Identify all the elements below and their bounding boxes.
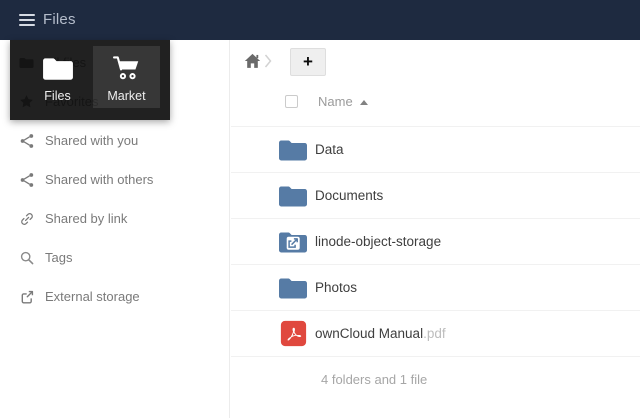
app-menu-item-label: Files: [44, 89, 70, 103]
external-link-icon: [18, 288, 35, 305]
sort-ascending-icon: [360, 100, 368, 105]
file-list-panel: + Name Data Documents: [231, 40, 640, 418]
app-menu-item-files[interactable]: Files: [24, 46, 91, 108]
sidebar-item-label: Shared by link: [45, 211, 127, 226]
pdf-file-icon: [280, 320, 310, 345]
sidebar-item-label: External storage: [45, 289, 140, 304]
app-menu-item-label: Market: [107, 89, 145, 103]
folder-icon: [278, 137, 308, 162]
select-all-checkbox[interactable]: [285, 95, 298, 108]
sidebar-item-label: Tags: [45, 250, 72, 265]
file-list-header: Name: [231, 82, 640, 120]
new-file-button[interactable]: +: [290, 48, 326, 76]
sidebar-item-shared-with-others[interactable]: Shared with others: [0, 160, 229, 199]
file-name: linode-object-storage: [315, 219, 441, 264]
share-icon: [18, 132, 35, 149]
file-list-summary: 4 folders and 1 file: [321, 357, 427, 402]
file-row-photos[interactable]: Photos: [231, 264, 640, 310]
owncloud-files-app: Files All files Favorites Shared wit: [0, 0, 640, 418]
sidebar-item-tags[interactable]: Tags: [0, 238, 229, 277]
folder-icon: [278, 183, 308, 208]
file-list-summary-row: 4 folders and 1 file: [231, 356, 640, 402]
share-icon: [18, 171, 35, 188]
file-name: Photos: [315, 265, 357, 310]
file-extension: .pdf: [423, 326, 446, 341]
folder-icon: [42, 51, 74, 85]
breadcrumb-chevron-icon: [264, 54, 272, 73]
app-title: Files: [43, 0, 76, 40]
file-row-owncloud-manual-pdf[interactable]: ownCloud Manual.pdf: [231, 310, 640, 356]
file-row-documents[interactable]: Documents: [231, 172, 640, 218]
sidebar-item-shared-by-link[interactable]: Shared by link: [0, 199, 229, 238]
external-folder-icon: [278, 229, 308, 254]
home-icon: [244, 57, 261, 72]
file-rows: Data Documents linode-object-storage Pho…: [231, 126, 640, 402]
app-menu-toggle-button[interactable]: [8, 0, 46, 40]
file-name: Documents: [315, 173, 383, 218]
link-icon: [18, 210, 35, 227]
app-menu-item-market[interactable]: Market: [93, 46, 160, 108]
file-row-data[interactable]: Data: [231, 126, 640, 172]
file-name: Data: [315, 127, 344, 172]
shopping-cart-icon: [112, 51, 142, 85]
magnifier-icon: [18, 249, 35, 266]
file-row-linode-object-storage[interactable]: linode-object-storage: [231, 218, 640, 264]
sidebar-item-shared-with-you[interactable]: Shared with you: [0, 121, 229, 160]
top-navbar: Files: [0, 0, 640, 40]
breadcrumb-home-button[interactable]: [240, 53, 264, 71]
sidebar-item-external-storage[interactable]: External storage: [0, 277, 229, 316]
folder-icon: [278, 275, 308, 300]
sidebar-item-label: Shared with others: [45, 172, 153, 187]
file-name: ownCloud Manual.pdf: [315, 311, 446, 356]
app-menu-dropdown: Files Market: [10, 40, 170, 120]
sidebar-item-label: Shared with you: [45, 133, 138, 148]
column-header-name[interactable]: Name: [318, 94, 353, 109]
